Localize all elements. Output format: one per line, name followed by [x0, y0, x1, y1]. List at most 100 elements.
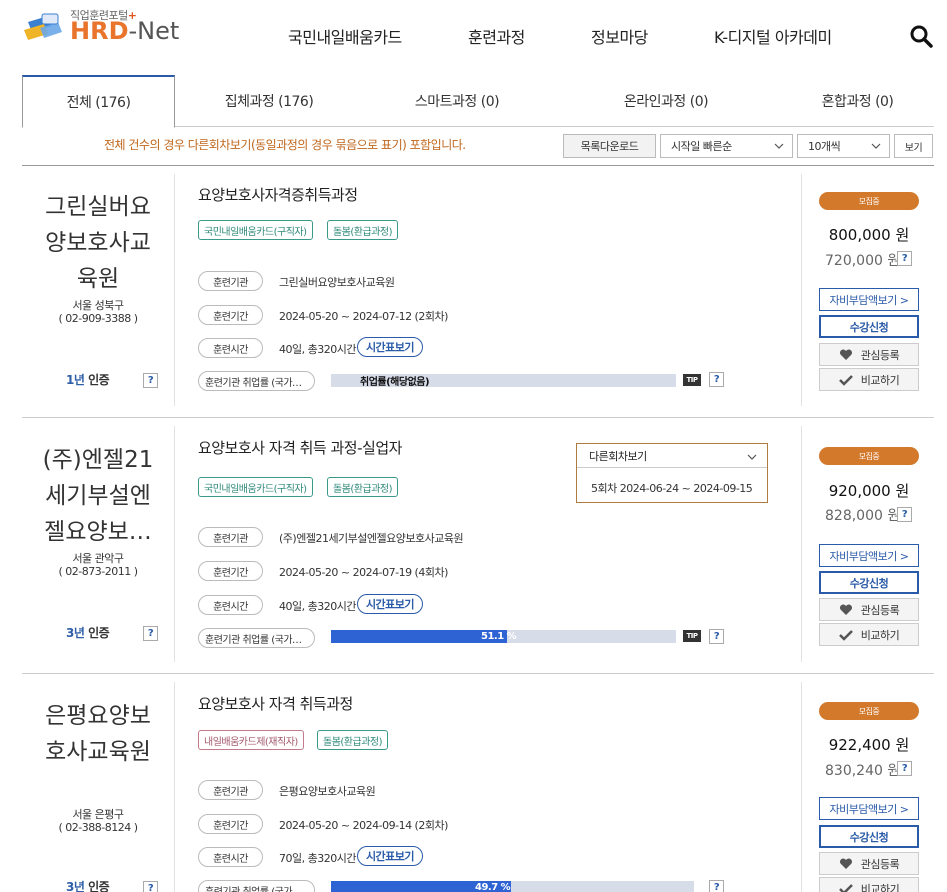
employment-help-icon[interactable]: ?	[709, 372, 724, 387]
divider	[174, 174, 175, 406]
hours-label: 훈련시간	[198, 595, 263, 615]
tip-button[interactable]: TIP	[683, 630, 701, 642]
timetable-button[interactable]: 시간표보기	[357, 594, 423, 614]
course-tag: 국민내일배움카드(구직자)	[198, 477, 313, 497]
price-help-icon[interactable]: ?	[897, 251, 912, 266]
divider	[174, 426, 175, 662]
period-value: 2024-05-20 ~ 2024-07-19 (4회차)	[279, 566, 448, 579]
course-tag: 국민내일배움카드(구직자)	[198, 220, 313, 240]
interest-button[interactable]: 관심등록	[819, 598, 919, 621]
self-pay-button[interactable]: 자비부담액보기 >	[819, 797, 919, 820]
course-card: 은평요양보 호사교육원 서울 은평구 ( 02-388-8124 ) 3년 인증 …	[22, 674, 934, 892]
timetable-button[interactable]: 시간표보기	[357, 846, 423, 866]
hours-label: 훈련시간	[198, 847, 263, 867]
compare-label: 비교하기	[860, 882, 900, 892]
per-page-select[interactable]: 10개씩	[797, 134, 890, 158]
tab-all[interactable]: 전체 (176)	[22, 75, 175, 128]
chevron-down-icon	[871, 143, 881, 149]
compare-button[interactable]: 비교하기	[819, 877, 919, 892]
institution-label: 훈련기관	[198, 527, 263, 547]
hrd-net-logo-icon[interactable]	[22, 12, 64, 44]
interest-button[interactable]: 관심등록	[819, 343, 919, 366]
self-pay-price: 720,000 원	[825, 253, 901, 269]
price-help-icon[interactable]: ?	[897, 507, 912, 522]
other-sessions-header[interactable]: 다른회차보기	[577, 444, 767, 468]
heart-icon	[839, 603, 852, 615]
nav-national-card[interactable]: 국민내일배움카드	[288, 24, 402, 48]
sort-select-value: 시작일 빠른순	[671, 140, 732, 153]
self-pay-price: 830,240 원	[825, 763, 901, 779]
compare-label: 비교하기	[860, 628, 900, 642]
cert-badge: 1년 인증	[66, 373, 110, 387]
institution-label: 훈련기관	[198, 271, 263, 291]
divider	[174, 682, 175, 892]
org-name[interactable]: 은평요양보 호사교육원	[22, 698, 174, 770]
divider	[801, 174, 802, 406]
employment-rate-label: 훈련기관 취업률 (국가…	[198, 371, 315, 391]
status-badge: 모집중	[819, 192, 919, 210]
org-name[interactable]: 그린실버요 양보호사교 육원	[22, 189, 174, 297]
timetable-button[interactable]: 시간표보기	[357, 337, 423, 357]
self-pay-button[interactable]: 자비부담액보기 >	[819, 544, 919, 567]
employment-rate-bar: 49.7 %	[331, 881, 694, 892]
employment-help-icon[interactable]: ?	[709, 880, 724, 892]
nav-info[interactable]: 정보마당	[591, 24, 648, 48]
institution-value: 그린실버요양보호사교육원	[279, 276, 395, 289]
status-badge: 모집중	[819, 702, 919, 720]
nav-training-courses[interactable]: 훈련과정	[468, 24, 525, 48]
course-title[interactable]: 요양보호사 자격 취득 과정-실업자	[198, 437, 402, 458]
check-icon	[838, 629, 853, 641]
tab-smart[interactable]: 스마트과정 (0)	[363, 75, 551, 127]
tab-classroom[interactable]: 집체과정 (176)	[175, 75, 363, 127]
search-icon[interactable]	[909, 24, 933, 48]
course-title[interactable]: 요양보호사 자격 취득과정	[198, 693, 353, 714]
other-sessions-dropdown[interactable]: 다른회차보기 5회차 2024-06-24 ~ 2024-09-15	[576, 443, 768, 503]
apply-button[interactable]: 수강신청	[819, 825, 919, 848]
period-label: 훈련기간	[198, 814, 263, 834]
hours-value: 70일, 총320시간	[279, 852, 356, 865]
session-option[interactable]: 5회차 2024-06-24 ~ 2024-09-15	[591, 480, 753, 496]
nav-k-digital-academy[interactable]: K-디지털 아카데미	[714, 24, 832, 48]
employment-rate-bar: 51.1 %	[331, 630, 676, 643]
cert-help-icon[interactable]: ?	[143, 626, 158, 641]
tip-button[interactable]: TIP	[683, 374, 701, 386]
apply-button[interactable]: 수강신청	[819, 315, 919, 338]
employment-rate-text: 51.1 %	[481, 631, 517, 642]
per-page-select-value: 10개씩	[808, 140, 841, 153]
header: 직업훈련포털+ HRD-Net 국민내일배움카드 훈련과정 정보마당 K-디지털…	[0, 0, 947, 70]
compare-button[interactable]: 비교하기	[819, 368, 919, 391]
course-tag: 돌봄(환급과정)	[327, 220, 399, 240]
view-button[interactable]: 보기	[894, 134, 933, 158]
course-card: (주)엔젤21 세기부설엔 젤요양보… 서울 관악구 ( 02-873-2011 )…	[22, 418, 934, 672]
apply-button[interactable]: 수강신청	[819, 571, 919, 594]
employment-rate-label: 훈련기관 취업률 (국가…	[198, 880, 315, 892]
org-name[interactable]: (주)엔젤21 세기부설엔 젤요양보…	[22, 442, 174, 550]
period-label: 훈련기간	[198, 561, 263, 581]
institution-value: (주)엔젤21세기부설엔젤요양보호사교육원	[279, 532, 464, 545]
count-notice: 전체 건수의 경우 다른회차보기(동일과정의 경우 묶음으로 표기) 포함입니다…	[104, 138, 466, 152]
divider	[801, 682, 802, 892]
heart-icon	[839, 348, 852, 360]
tab-online[interactable]: 온라인과정 (0)	[551, 75, 781, 127]
sort-select[interactable]: 시작일 빠른순	[660, 134, 793, 158]
employment-help-icon[interactable]: ?	[709, 629, 724, 644]
price-help-icon[interactable]: ?	[897, 761, 912, 776]
heart-icon	[839, 857, 852, 869]
period-value: 2024-05-20 ~ 2024-07-12 (2회차)	[279, 310, 448, 323]
compare-button[interactable]: 비교하기	[819, 623, 919, 646]
interest-button[interactable]: 관심등록	[819, 852, 919, 875]
cert-help-icon[interactable]: ?	[143, 881, 158, 892]
self-pay-button[interactable]: 자비부담액보기 >	[819, 288, 919, 311]
org-location: 서울 성북구	[72, 299, 124, 312]
check-icon	[838, 883, 853, 892]
period-label: 훈련기간	[198, 305, 263, 325]
course-tag: 내일배움카드제(재직자)	[198, 730, 304, 750]
logo-text[interactable]: HRD-Net	[70, 17, 179, 45]
course-type-tabs: 전체 (176) 집체과정 (176) 스마트과정 (0) 온라인과정 (0) …	[22, 75, 934, 128]
list-download-button[interactable]: 목록다운로드	[563, 134, 656, 158]
cert-help-icon[interactable]: ?	[143, 373, 158, 388]
tab-blended[interactable]: 혼합과정 (0)	[781, 75, 934, 127]
course-title[interactable]: 요양보호사자격증취득과정	[198, 184, 358, 205]
employment-rate-bar: 취업률(해당없음)	[331, 374, 676, 388]
course-price: 922,400 원	[828, 736, 910, 754]
